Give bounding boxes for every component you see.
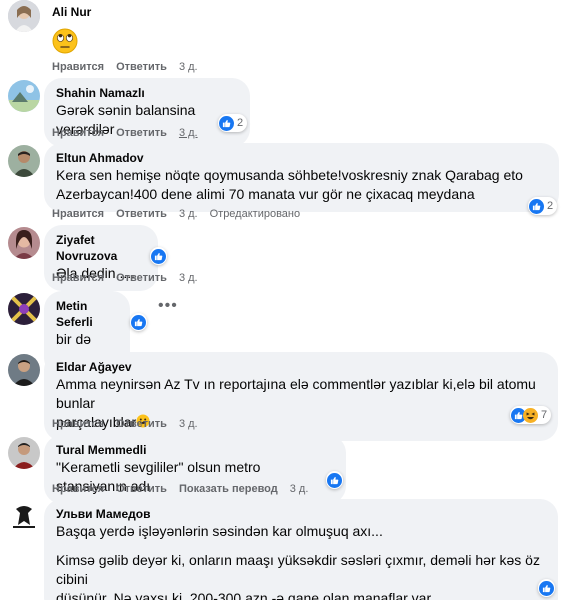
- comment-actions: Нравится Ответить 3 д. Отредактировано: [52, 207, 312, 221]
- haha-reaction-icon: [523, 407, 538, 423]
- reaction-count-value: 2: [237, 117, 244, 129]
- like-link[interactable]: Нравится: [52, 61, 104, 73]
- reaction-count[interactable]: [538, 579, 555, 597]
- avatar[interactable]: [8, 293, 40, 325]
- reply-link[interactable]: Ответить: [116, 61, 167, 73]
- reply-link[interactable]: Ответить: [116, 208, 167, 220]
- reply-link[interactable]: Ответить: [116, 127, 167, 139]
- like-reaction-icon: [529, 198, 544, 214]
- reply-link[interactable]: Ответить: [116, 272, 167, 284]
- timestamp[interactable]: 3 д.: [179, 61, 198, 73]
- comment-bubble: Ali Nur: [44, 4, 91, 59]
- timestamp[interactable]: 3 д.: [290, 483, 309, 495]
- comment-author[interactable]: Tural Memmedli: [56, 442, 334, 458]
- like-reaction-icon: [151, 248, 166, 264]
- timestamp[interactable]: 3 д.: [179, 127, 198, 139]
- avatar[interactable]: [8, 437, 40, 469]
- comment-text-line: Amma neynirsən Az Tv ın reportajına elə …: [56, 376, 536, 411]
- reaction-count[interactable]: 2: [218, 114, 248, 132]
- avatar[interactable]: [8, 354, 40, 386]
- like-reaction-icon: [539, 580, 554, 596]
- comment-text-line: Kimsə gəlib deyər ki, onların maaşı yüks…: [56, 552, 540, 587]
- like-reaction-icon: [219, 115, 234, 131]
- comment-author[interactable]: Metin Seferli: [56, 298, 118, 330]
- reaction-count[interactable]: [130, 313, 147, 331]
- reaction-count[interactable]: 2: [528, 197, 558, 215]
- avatar[interactable]: [8, 227, 40, 259]
- eye-roll-emoji-icon: [52, 28, 91, 59]
- comment-author[interactable]: Ali Nur: [52, 4, 91, 20]
- comment-author[interactable]: Eltun Ahmadov: [56, 150, 547, 166]
- like-link[interactable]: Нравится: [52, 208, 104, 220]
- reply-link[interactable]: Ответить: [116, 418, 167, 430]
- comment-bubble: Eltun Ahmadov Kera sen hemişe nöqte qoym…: [44, 143, 559, 212]
- comment-author[interactable]: Ульви Мамедов: [56, 506, 546, 522]
- comment-text-line: Azerbaycan!400 dene alimi 70 manata vur …: [56, 186, 475, 202]
- reaction-count[interactable]: [326, 471, 343, 489]
- comment-author[interactable]: Eldar Ağayev: [56, 359, 546, 375]
- timestamp[interactable]: 3 д.: [179, 208, 198, 220]
- timestamp[interactable]: 3 д.: [179, 272, 198, 284]
- comment-text-line: düşünür. Nə yaxşı ki, 200-300 azn -ə qan…: [56, 590, 435, 600]
- like-link[interactable]: Нравится: [52, 483, 104, 495]
- comment-text-line: Başqa yerdə işləyənlərin səsindən kar ol…: [56, 523, 383, 539]
- avatar[interactable]: [8, 145, 40, 177]
- edited-label[interactable]: Отредактировано: [210, 208, 301, 220]
- avatar[interactable]: [8, 0, 40, 32]
- timestamp[interactable]: 3 д.: [179, 418, 198, 430]
- comment-author[interactable]: Shahin Namazlı: [56, 85, 238, 101]
- comment-actions: Нравится Ответить 3 д.: [52, 417, 210, 431]
- comment-actions: Нравится Ответить 3 д.: [52, 126, 210, 140]
- more-options-icon[interactable]: •••: [158, 297, 178, 315]
- comment-actions: Нравится Ответить Показать перевод 3 д.: [52, 482, 320, 496]
- reaction-count[interactable]: 7: [510, 406, 552, 424]
- comment-actions: Нравится Ответить 3 д.: [52, 60, 210, 74]
- comment-author[interactable]: Ziyafet Novruzova: [56, 232, 146, 264]
- comment-actions: Нравится Ответить 3 д.: [52, 271, 210, 285]
- like-reaction-icon: [131, 314, 146, 330]
- reaction-count[interactable]: [150, 247, 167, 265]
- reaction-count-value: 7: [541, 409, 548, 421]
- comment-text-line: Kera sen hemişe nöqte qoymusanda söhbete…: [56, 167, 523, 183]
- like-link[interactable]: Нравится: [52, 418, 104, 430]
- avatar[interactable]: [8, 80, 40, 112]
- avatar[interactable]: [8, 501, 40, 533]
- reaction-count-value: 2: [547, 200, 554, 212]
- comment-bubble: Ульви Мамедов Başqa yerdə işləyənlərin s…: [44, 499, 558, 600]
- like-link[interactable]: Нравится: [52, 127, 104, 139]
- reply-link[interactable]: Ответить: [116, 483, 167, 495]
- like-link[interactable]: Нравится: [52, 272, 104, 284]
- show-translation-link[interactable]: Показать перевод: [179, 483, 278, 495]
- like-reaction-icon: [327, 472, 342, 488]
